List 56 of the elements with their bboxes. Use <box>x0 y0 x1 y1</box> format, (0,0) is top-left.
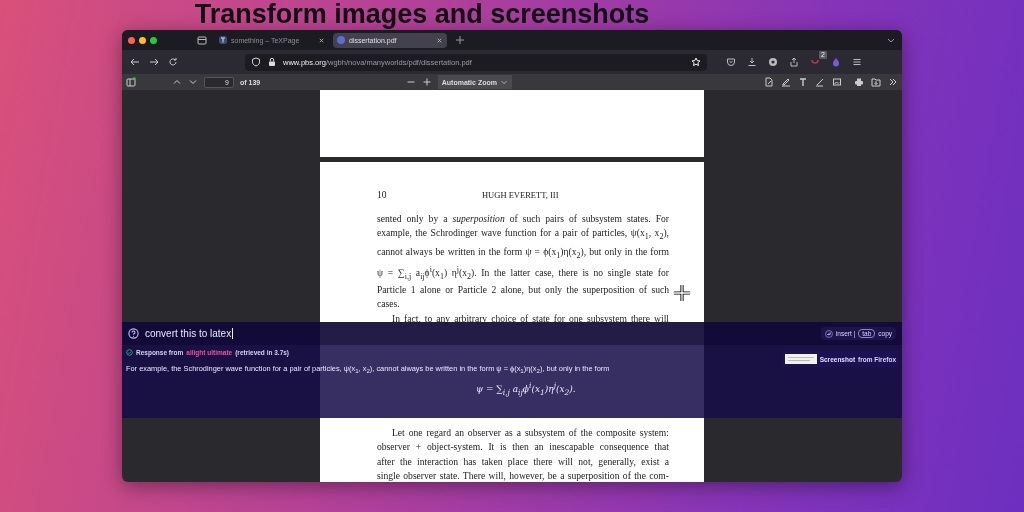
print-icon[interactable] <box>854 77 864 87</box>
minimize-window-button[interactable] <box>139 36 146 44</box>
highlighter-icon[interactable] <box>781 77 791 87</box>
tab-overview-icon[interactable] <box>197 35 207 45</box>
forward-icon[interactable] <box>149 57 159 67</box>
text-line: example, the Schrodinger wave function for a pair of particles, ψ(x$_{1}$, x$_{2}$), <box>377 226 669 244</box>
text-line: Let one regard an observer as a subsystem of the composite system: <box>391 425 669 440</box>
reload-icon[interactable] <box>168 57 178 67</box>
response-equation: ψ = ∑$_{i,j}$ a$_{ij}$ϕ$^{i}$(x$_{1}$)η$^{j}$(x$_{2}$). <box>476 381 577 398</box>
text-line: In fact, to any arbitrary choice of state for one subsystem there will <box>391 311 669 326</box>
download-icon[interactable] <box>747 57 757 67</box>
save-icon[interactable] <box>871 77 881 87</box>
close-tab-icon[interactable] <box>436 36 443 44</box>
text-line: single observer state. There will, however, be a superposition of the com- <box>377 468 669 482</box>
page-number: 10 <box>377 190 387 200</box>
previous-page-icon[interactable] <box>172 77 182 87</box>
headline: Transform images and screenshots <box>194 0 650 28</box>
text-line: Particle 1 alone or Particle 2 alone, but only the superposition of such <box>377 282 669 297</box>
image-icon[interactable] <box>832 77 842 87</box>
text-tool-icon[interactable] <box>798 77 808 87</box>
pen-icon[interactable] <box>815 77 825 87</box>
share-icon[interactable] <box>789 57 799 67</box>
prompt-field[interactable]: convert this to latex <box>145 328 234 339</box>
extension-icon[interactable] <box>810 57 820 67</box>
pocket-icon[interactable] <box>726 57 736 67</box>
star-icon[interactable] <box>691 57 701 67</box>
return-key-icon <box>824 329 833 338</box>
text-line: after the interaction has taken place there will not, generally, exist a <box>377 454 669 469</box>
extension-circle-icon[interactable] <box>768 57 778 67</box>
menu-icon[interactable] <box>852 57 862 67</box>
screenshot-thumbnail <box>784 354 817 364</box>
zoom-in-icon[interactable] <box>421 77 432 87</box>
close-tab-icon[interactable] <box>318 36 325 44</box>
zoom-window-button[interactable] <box>150 36 157 44</box>
text-line: observer + object-system. It is then an inescapable consequence that <box>377 440 669 455</box>
next-page-icon[interactable] <box>188 77 198 87</box>
site-icon <box>337 36 345 44</box>
new-tab-icon[interactable] <box>455 35 465 45</box>
text-line: cases. <box>377 297 401 312</box>
text-line: cannot always be written in the form ψ = ϕ(x$_{1}$)η(x$_{2}$), but only in the form <box>377 244 669 262</box>
help-icon <box>128 328 139 339</box>
text-line: ψ = ∑$_{i,j}$ a$_{ij}$ϕ$^{i}$(x$_{1}$) η$^{j}$(x$_{2}$). In the latter case, there is no single state for <box>377 263 669 283</box>
back-icon[interactable] <box>130 57 140 67</box>
running-head: HUGH EVERETT, III <box>480 190 560 200</box>
edit-document-icon[interactable] <box>764 77 774 87</box>
more-tools-icon[interactable] <box>888 77 898 87</box>
sidebar-toggle-icon[interactable] <box>126 77 136 87</box>
flame-icon[interactable] <box>831 57 841 67</box>
close-window-button[interactable] <box>128 36 135 44</box>
site-icon <box>219 36 227 44</box>
chevron-down-icon <box>499 78 508 86</box>
crosshair-cursor-icon <box>673 284 691 302</box>
lock-icon <box>267 57 277 67</box>
text-line: sented only by a superposition of such pairs of subsystem states. For <box>377 212 669 226</box>
shield-icon <box>251 57 261 67</box>
check-circle-icon <box>126 349 133 356</box>
